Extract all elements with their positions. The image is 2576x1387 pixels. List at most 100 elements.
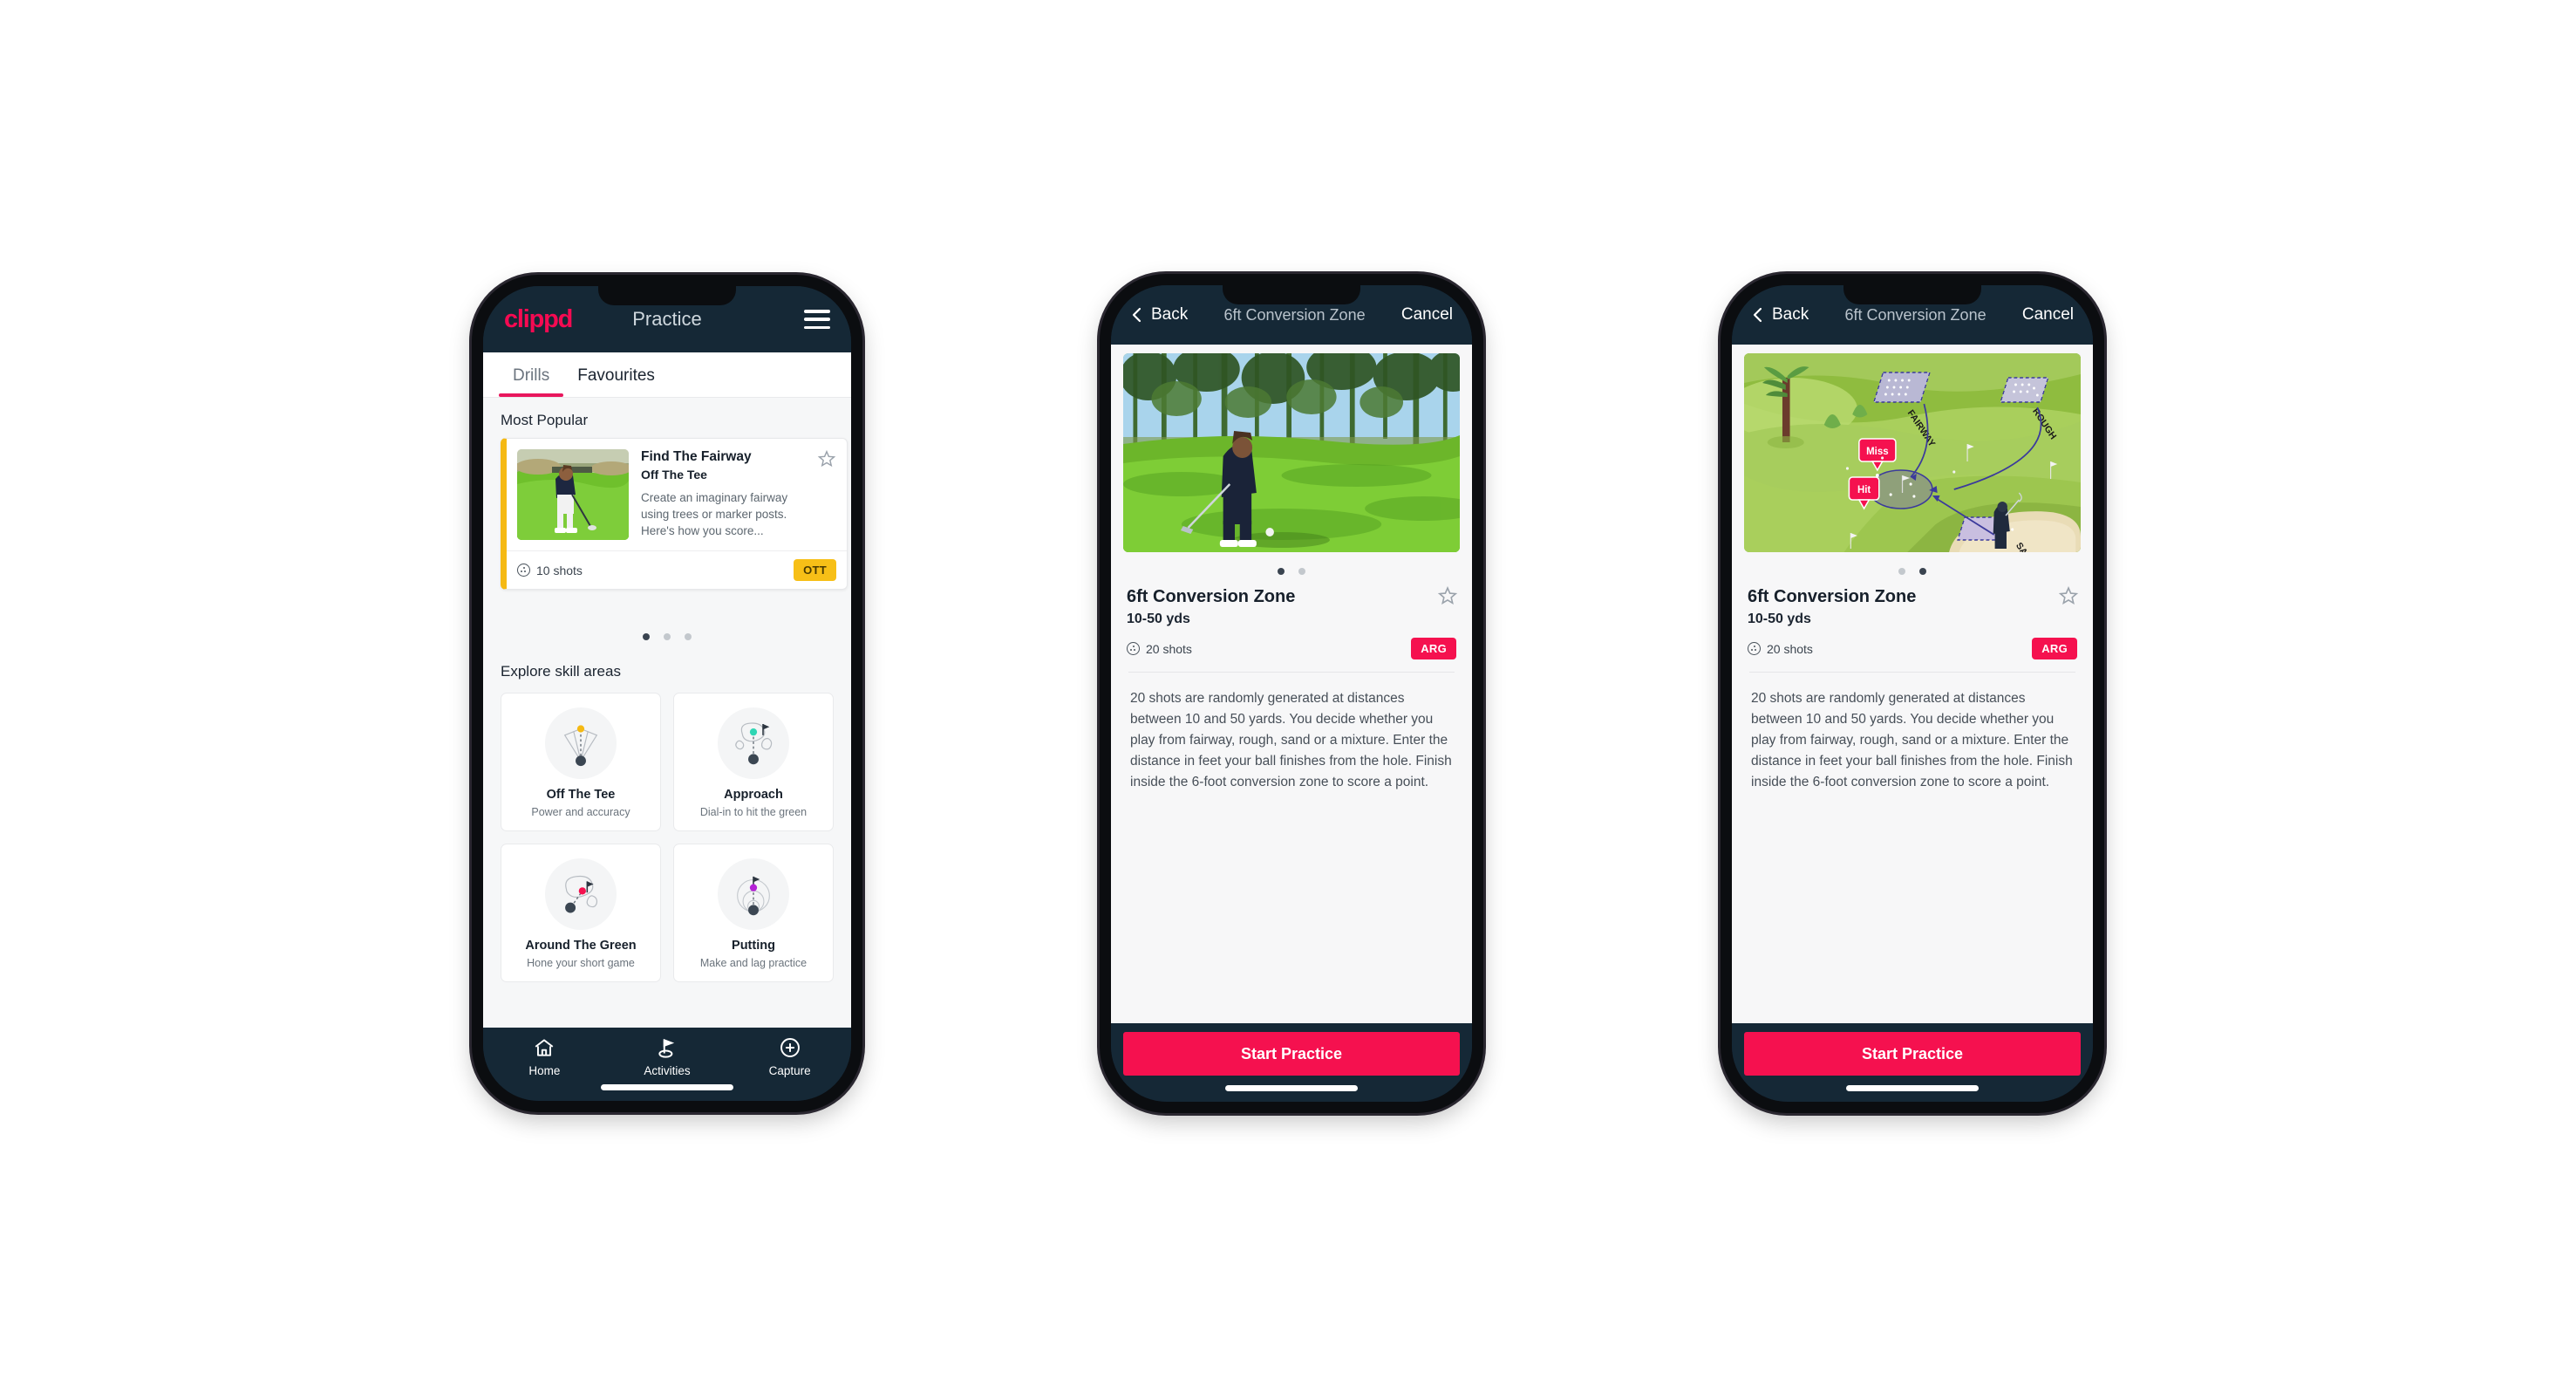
drill-category: Off The Tee xyxy=(641,468,707,482)
chevron-left-icon xyxy=(1132,307,1141,323)
phone-drill-detail-photo: Back 6ft Conversion Zone Cancel 6ft Conv… xyxy=(1100,274,1483,1113)
detail-shots: 20 shots xyxy=(1127,642,1192,656)
media-dot-2[interactable] xyxy=(1919,568,1926,575)
screen-practice-list: clippd Practice Drills Favourites Most P… xyxy=(483,286,851,1101)
detail-heading: 6ft Conversion Zone xyxy=(1127,587,1296,606)
detail-distance: 10-50 yds xyxy=(1127,612,1190,626)
phone-practice-list: clippd Practice Drills Favourites Most P… xyxy=(472,275,862,1112)
hamburger-icon[interactable] xyxy=(804,310,830,329)
detail-shots-label: 20 shots xyxy=(1767,641,1813,656)
device-notch xyxy=(1843,285,1981,304)
drill-description: Create an imaginary fairway using trees … xyxy=(641,491,788,538)
golf-flag-icon xyxy=(658,1038,675,1058)
skill-desc: Power and accuracy xyxy=(531,806,630,818)
back-button[interactable]: Back xyxy=(1130,305,1188,325)
skill-card-around-the-green[interactable]: Around The Green Hone your short game xyxy=(501,844,661,982)
nav-item-activities[interactable]: Activities xyxy=(606,1036,729,1077)
course-diagram[interactable]: FAIRWAY ROUGH Miss Hit xyxy=(1744,353,2081,552)
tab-drills[interactable]: Drills xyxy=(499,352,564,397)
media-dot-1[interactable] xyxy=(1898,568,1905,575)
back-label: Back xyxy=(1772,305,1809,324)
approach-icon xyxy=(718,707,789,779)
carousel-dots xyxy=(483,618,851,649)
drill-card-footer: 10 shots OTT xyxy=(507,550,847,589)
putting-icon xyxy=(718,858,789,930)
tab-favourites-label: Favourites xyxy=(577,366,655,385)
skill-areas-grid: Off The Tee Power and accuracy Approach … xyxy=(483,689,851,982)
clippd-logo[interactable]: clippd xyxy=(504,306,573,332)
home-icon xyxy=(535,1039,554,1056)
start-practice-button[interactable]: Start Practice xyxy=(1123,1032,1460,1076)
nav-item-capture[interactable]: Capture xyxy=(728,1036,851,1077)
star-outline-icon[interactable] xyxy=(817,449,836,468)
miss-label: Miss xyxy=(1866,446,1889,457)
media-dot-1[interactable] xyxy=(1278,568,1285,575)
home-indicator xyxy=(601,1084,733,1090)
practice-scroll-area[interactable]: Most Popular Find The Fairway Off The Te… xyxy=(483,398,851,1028)
screen-drill-detail-diagram: Back 6ft Conversion Zone Cancel FAIRWAY … xyxy=(1732,285,2093,1102)
drill-carousel[interactable]: Find The Fairway Off The Tee Create an i… xyxy=(483,438,851,618)
carousel-dot-3[interactable] xyxy=(685,633,692,640)
detail-shots-row: 20 shots ARG xyxy=(1748,638,2077,659)
drill-card-meta: Find The Fairway Off The Tee Create an i… xyxy=(641,449,836,540)
media-dots xyxy=(1744,552,2081,584)
home-indicator xyxy=(1225,1085,1358,1091)
skill-desc: Dial-in to hit the green xyxy=(699,806,808,818)
detail-header: 6ft Conversion Zone 10-50 yds 20 shots A… xyxy=(1744,584,2081,793)
nav-label: Capture xyxy=(768,1064,811,1077)
tee-fan-icon xyxy=(545,707,617,779)
carousel-dot-1[interactable] xyxy=(643,633,650,640)
star-outline-icon[interactable] xyxy=(1437,585,1458,606)
cancel-button[interactable]: Cancel xyxy=(1401,305,1453,325)
skill-card-approach[interactable]: Approach Dial-in to hit the green xyxy=(673,693,834,831)
drill-card[interactable]: Find The Fairway Off The Tee Create an i… xyxy=(501,438,848,590)
back-label: Back xyxy=(1151,305,1189,324)
media-dot-2[interactable] xyxy=(1298,568,1305,575)
tab-drills-label: Drills xyxy=(513,366,550,385)
detail-badge: ARG xyxy=(1411,638,1456,659)
skill-card-off-the-tee[interactable]: Off The Tee Power and accuracy xyxy=(501,693,661,831)
skill-name: Putting xyxy=(732,939,775,953)
back-button[interactable]: Back xyxy=(1751,305,1809,325)
detail-description: 20 shots are randomly generated at dista… xyxy=(1130,691,1452,790)
drill-card-top: Find The Fairway Off The Tee Create an i… xyxy=(507,439,847,550)
drill-badge: OTT xyxy=(794,559,836,581)
section-explore-title: Explore skill areas xyxy=(501,663,621,680)
media-dots xyxy=(1123,552,1460,584)
nav-label: Home xyxy=(528,1064,561,1077)
detail-scroll-area[interactable]: 6ft Conversion Zone 10-50 yds 20 shots A… xyxy=(1111,345,1472,1023)
start-practice-button[interactable]: Start Practice xyxy=(1744,1032,2081,1076)
tab-bar: Drills Favourites xyxy=(483,352,851,398)
drill-shots-label: 10 shots xyxy=(536,563,583,577)
skill-card-putting[interactable]: Putting Make and lag practice xyxy=(673,844,834,982)
screenshot-canvas: clippd Practice Drills Favourites Most P… xyxy=(0,0,2576,1387)
carousel-dot-2[interactable] xyxy=(664,633,671,640)
detail-shots: 20 shots xyxy=(1748,642,1813,656)
tab-favourites[interactable]: Favourites xyxy=(563,352,669,397)
drill-thumbnail xyxy=(517,449,629,540)
detail-shots-label: 20 shots xyxy=(1146,641,1192,656)
cancel-button[interactable]: Cancel xyxy=(2022,305,2074,325)
skill-name: Around The Green xyxy=(525,939,637,953)
skill-name: Approach xyxy=(724,788,783,802)
detail-header: 6ft Conversion Zone 10-50 yds 20 shots A… xyxy=(1123,584,1460,793)
home-indicator xyxy=(1846,1085,1979,1091)
skill-desc: Make and lag practice xyxy=(699,957,808,969)
golf-ball-icon xyxy=(1127,642,1140,655)
detail-scroll-area[interactable]: FAIRWAY ROUGH Miss Hit 6ft Conversion Zo… xyxy=(1732,345,2093,1023)
skill-name: Off The Tee xyxy=(546,788,616,802)
detail-badge: ARG xyxy=(2032,638,2077,659)
golf-ball-icon xyxy=(1748,642,1761,655)
drill-shots: 10 shots xyxy=(517,564,583,577)
detail-heading: 6ft Conversion Zone xyxy=(1748,587,1917,606)
nav-item-home[interactable]: Home xyxy=(483,1036,606,1077)
nav-label: Activities xyxy=(644,1064,691,1077)
drill-photo[interactable] xyxy=(1123,353,1460,552)
phone-drill-detail-diagram: Back 6ft Conversion Zone Cancel FAIRWAY … xyxy=(1721,274,2104,1113)
drill-title: Find The Fairway xyxy=(641,449,752,464)
section-most-popular-title: Most Popular xyxy=(501,412,589,428)
star-outline-icon[interactable] xyxy=(2058,585,2079,606)
device-notch xyxy=(1223,285,1360,304)
skill-desc: Hone your short game xyxy=(527,957,635,969)
golf-ball-icon xyxy=(517,564,530,577)
